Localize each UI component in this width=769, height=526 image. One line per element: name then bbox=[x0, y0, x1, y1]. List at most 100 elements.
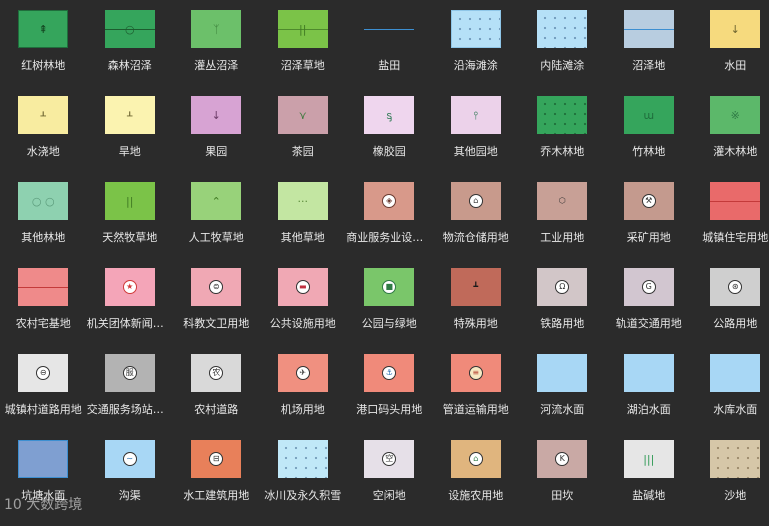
symbol-badge: ⚓ bbox=[382, 366, 397, 380]
legend-item[interactable]: ┻ 特殊用地 bbox=[433, 268, 520, 354]
legend-label: 设施农用地 bbox=[448, 489, 504, 502]
legend-label: 灌丛沼泽 bbox=[194, 59, 239, 72]
legend-item[interactable]: 空空闲地 bbox=[346, 440, 433, 526]
rural-homestead-icon bbox=[18, 268, 69, 306]
legend-label: 物流仓储用地 bbox=[442, 231, 509, 244]
glacier-snow-icon bbox=[277, 440, 328, 478]
symbol-glyph: ᛉ bbox=[212, 22, 220, 36]
dry-land-icon: ᚆ bbox=[104, 96, 155, 134]
legend-item[interactable]: K 田坎 bbox=[519, 440, 606, 526]
legend-item[interactable]: 农农村道路 bbox=[173, 354, 260, 440]
legend-item[interactable]: 冰川及永久积雪 bbox=[260, 440, 347, 526]
legend-item[interactable]: ᛉ 灌丛沼泽 bbox=[173, 10, 260, 96]
legend-item[interactable]: ᚆ 水浇地 bbox=[0, 96, 87, 182]
pipeline-transport-icon: ≡ bbox=[450, 354, 501, 392]
legend-item[interactable]: 内陆滩涂 bbox=[519, 10, 606, 96]
legend-label: 其他林地 bbox=[21, 231, 66, 244]
legend-item[interactable]: 沼泽地 bbox=[606, 10, 693, 96]
legend-item[interactable]: ᶊ 橡胶园 bbox=[346, 96, 433, 182]
legend-label: 湖泊水面 bbox=[626, 403, 671, 416]
legend-item[interactable]: ⋎ 茶园 bbox=[260, 96, 347, 182]
legend-item[interactable]: ⬡ 工业用地 bbox=[519, 182, 606, 268]
reservoir-surface-icon bbox=[710, 354, 761, 392]
symbol-glyph: ○ bbox=[124, 22, 135, 36]
legend-item[interactable]: ··· 其他草地 bbox=[260, 182, 347, 268]
legend-label: 水工建筑用地 bbox=[183, 489, 250, 502]
bamboo-forest-icon: ɯ bbox=[623, 96, 674, 134]
legend-item[interactable]: || 天然牧草地 bbox=[87, 182, 174, 268]
saline-alkali-land-icon: ||| bbox=[623, 440, 674, 478]
legend-label: 农村道路 bbox=[194, 403, 239, 416]
legend-item[interactable]: ⌃ 人工牧草地 bbox=[173, 182, 260, 268]
legend-item[interactable]: 湖泊水面 bbox=[606, 354, 693, 440]
legend-item[interactable]: 城镇住宅用地 bbox=[692, 182, 769, 268]
legend-item[interactable]: ○ 森林沼泽 bbox=[87, 10, 174, 96]
legend-label: 机关团体新闻出版用地 bbox=[86, 317, 173, 330]
legend-item[interactable]: ᚆ 旱地 bbox=[87, 96, 174, 182]
dot-pattern bbox=[537, 96, 588, 134]
legend-item[interactable]: 农村宅基地 bbox=[0, 268, 87, 354]
legend-item[interactable]: ||| 盐碱地 bbox=[606, 440, 693, 526]
symbol-glyph: ↓ bbox=[211, 108, 221, 122]
shrub-forest-icon: ※ bbox=[710, 96, 761, 134]
legend-item[interactable]: ※ 灌木林地 bbox=[692, 96, 769, 182]
legend-item[interactable]: ⚒ 采矿用地 bbox=[606, 182, 693, 268]
legend-label: 轨道交通用地 bbox=[615, 317, 682, 330]
legend-label: 特殊用地 bbox=[453, 317, 498, 330]
legend-item[interactable]: ∼ 沟渠 bbox=[87, 440, 174, 526]
legend-item[interactable]: ⇞ 红树林地 bbox=[0, 10, 87, 96]
dot-pattern bbox=[277, 440, 328, 478]
legend-item[interactable]: ⚓ 港口码头用地 bbox=[346, 354, 433, 440]
legend-label: 橡胶园 bbox=[372, 145, 406, 158]
legend-item[interactable]: Ω 铁路用地 bbox=[519, 268, 606, 354]
legend-item[interactable]: ○ ○ 其他林地 bbox=[0, 182, 87, 268]
legend-item[interactable]: 盐田 bbox=[346, 10, 433, 96]
legend-item[interactable]: ⊛ 公路用地 bbox=[692, 268, 769, 354]
legend-item[interactable]: ◈ 商业服务业设施用地 bbox=[346, 182, 433, 268]
legend-item[interactable]: ⊜ 科教文卫用地 bbox=[173, 268, 260, 354]
legend-item[interactable]: || 沼泽草地 bbox=[260, 10, 347, 96]
legend-item[interactable]: ⊖ 城镇村道路用地 bbox=[0, 354, 87, 440]
legend-label: 河流水面 bbox=[540, 403, 585, 416]
boundary-line bbox=[18, 287, 69, 288]
legend-label: 管道运输用地 bbox=[442, 403, 509, 416]
legend-label: 商业服务业设施用地 bbox=[346, 231, 432, 244]
arbor-forest-icon bbox=[537, 96, 588, 134]
watermark: 10 大数跨境 bbox=[4, 497, 83, 513]
legend-item[interactable]: ⌂ 设施农用地 bbox=[433, 440, 520, 526]
legend-item[interactable]: 服交通服务场站用地 bbox=[87, 354, 174, 440]
legend-item[interactable]: ⊟ 水工建筑用地 bbox=[173, 440, 260, 526]
legend-item[interactable]: 沿海滩涂 bbox=[433, 10, 520, 96]
legend-label: 交通服务场站用地 bbox=[86, 403, 173, 416]
legend-label: 农村宅基地 bbox=[15, 317, 71, 330]
legend-label: 竹林地 bbox=[632, 145, 666, 158]
symbol-glyph: ※ bbox=[730, 108, 740, 122]
legend-item[interactable]: 沙地 bbox=[692, 440, 769, 526]
legend-label: 空闲地 bbox=[372, 489, 406, 502]
legend-item[interactable]: 河流水面 bbox=[519, 354, 606, 440]
legend-label: 工业用地 bbox=[540, 231, 585, 244]
legend-item[interactable]: ■ 公园与绿地 bbox=[346, 268, 433, 354]
legend-item[interactable]: ⌂ 物流仓储用地 bbox=[433, 182, 520, 268]
land-use-legend-grid: ⇞ 红树林地 ○ 森林沼泽 ᛉ 灌丛沼泽 || 沼泽草地 盐田 沿海滩涂 内陆滩涂 沼泽地 ↓ 水田 ᚆ 水浇… bbox=[0, 0, 769, 517]
symbol-glyph: ⌃ bbox=[211, 194, 221, 208]
boundary-line bbox=[364, 29, 415, 30]
legend-item[interactable]: ɯ 竹林地 bbox=[606, 96, 693, 182]
legend-label: 沿海滩涂 bbox=[453, 59, 498, 72]
legend-label: 其他园地 bbox=[453, 145, 498, 158]
rural-road-icon: 农 bbox=[191, 354, 242, 392]
legend-item[interactable]: ↓ 水田 bbox=[692, 10, 769, 96]
park-green-space-icon: ■ bbox=[364, 268, 415, 306]
symbol-badge: ✈ bbox=[295, 366, 310, 380]
forest-swamp-icon: ○ bbox=[104, 10, 155, 48]
legend-item[interactable]: ↓ 果园 bbox=[173, 96, 260, 182]
legend-item[interactable]: G 轨道交通用地 bbox=[606, 268, 693, 354]
legend-item[interactable]: 乔木林地 bbox=[519, 96, 606, 182]
legend-item[interactable]: ⫯ 其他园地 bbox=[433, 96, 520, 182]
highway-land-icon: ⊛ bbox=[710, 268, 761, 306]
legend-item[interactable]: ✈ 机场用地 bbox=[260, 354, 347, 440]
legend-item[interactable]: ▬ 公共设施用地 bbox=[260, 268, 347, 354]
legend-item[interactable]: ★ 机关团体新闻出版用地 bbox=[87, 268, 174, 354]
legend-item[interactable]: ≡ 管道运输用地 bbox=[433, 354, 520, 440]
legend-item[interactable]: 水库水面 bbox=[692, 354, 769, 440]
